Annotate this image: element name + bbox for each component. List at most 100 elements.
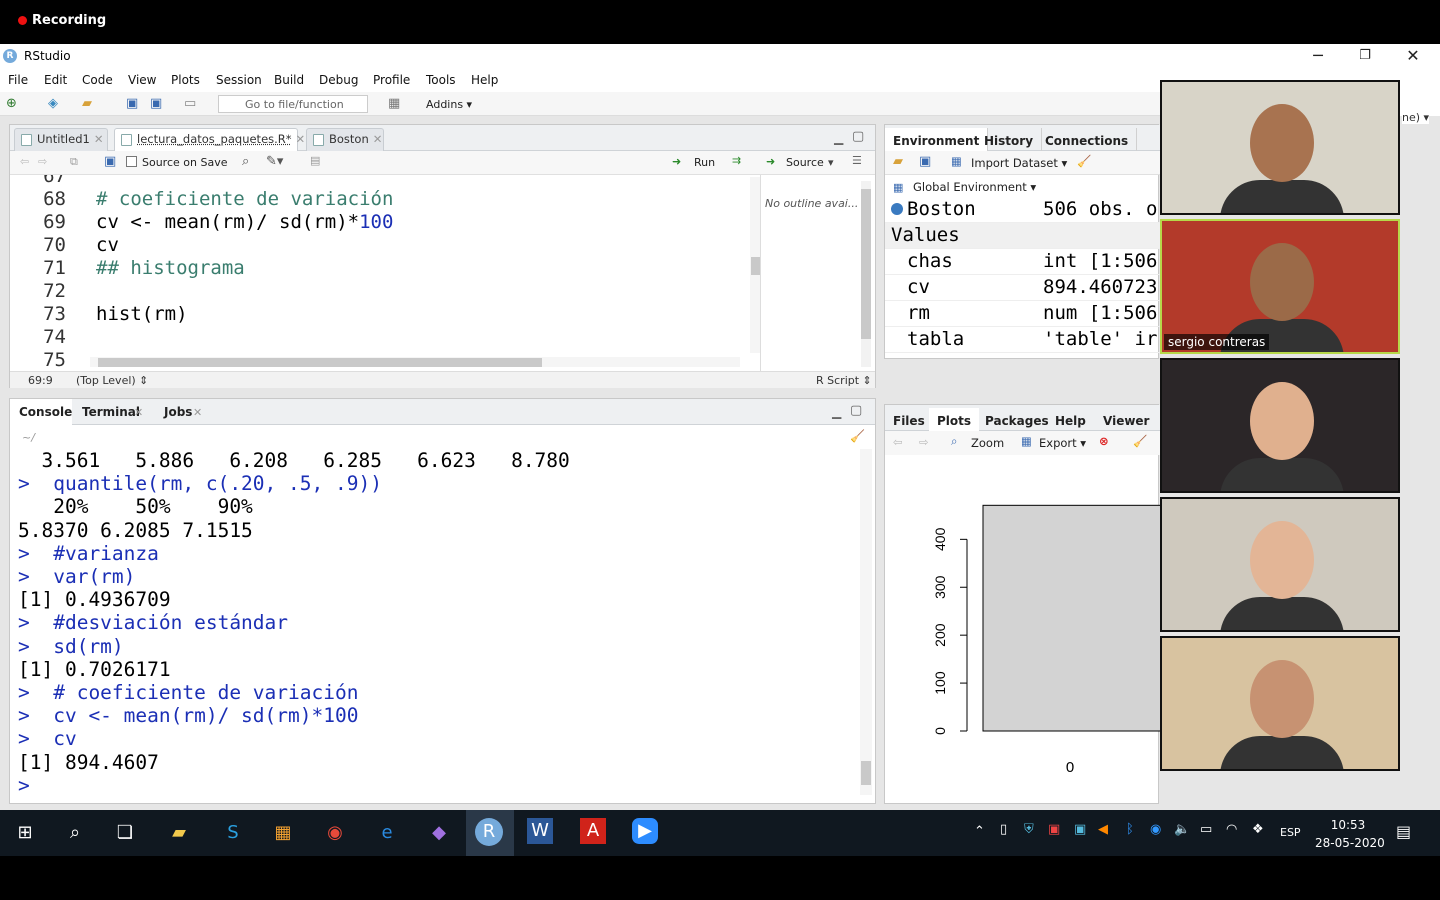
global-environment-selector[interactable]: Global Environment ▾ [913,180,1036,194]
minimize-pane-icon[interactable]: ▁ [834,131,843,145]
tab-console[interactable]: Console [19,405,72,419]
env-value-row[interactable]: rm num [1:506 [885,301,1160,327]
rerun-icon[interactable]: ⇉ [732,154,741,167]
task-view-icon[interactable]: ❏ [110,818,140,848]
editor-hscroll-thumb[interactable] [98,358,542,367]
word-icon[interactable]: W [527,818,553,844]
code-area[interactable]: 67 68 # coeficiente de variación 69 cv <- me… [10,175,748,371]
tab-connections[interactable]: Connections [1037,128,1138,151]
tab-boston[interactable]: Boston ✕ [306,128,384,151]
minimize-console-icon[interactable]: ▁ [832,405,841,419]
run-button[interactable]: Run [694,156,715,169]
store-icon[interactable]: ▦ [268,818,298,848]
code-line[interactable]: cv [96,234,119,256]
video-tile[interactable] [1160,497,1400,632]
tab-untitled1[interactable]: Untitled1 ✕ [14,128,108,151]
code-tools-wand-icon[interactable]: ✎▾ [266,154,283,169]
tray-app-icon[interactable]: ▣ [1048,822,1060,837]
open-folder-icon[interactable]: ▰ [82,96,92,111]
editor-hscrollbar[interactable] [90,357,740,367]
code-line[interactable]: # coeficiente de variación [96,188,393,210]
device-icon[interactable]: ▯ [1000,822,1007,837]
media-app-icon[interactable]: ◆ [424,818,454,848]
file-explorer-icon[interactable]: ▰ [164,818,194,848]
tab-jobs[interactable]: Jobs [164,405,192,419]
tab-history[interactable]: History [976,128,1043,151]
close-button[interactable]: ✕ [1390,44,1436,68]
zoom-app-icon[interactable]: ▶ [632,818,658,844]
env-value-row[interactable]: chas int [1:506 [885,249,1160,275]
volume-icon[interactable]: 🔈 [1174,822,1190,837]
tray-circle-icon[interactable]: ◉ [1150,822,1161,837]
outline-scroll-thumb[interactable] [861,189,871,339]
tab-viewer[interactable]: Viewer [1095,408,1157,431]
next-plot-icon[interactable]: ⇨ [919,435,929,449]
source-on-save-checkbox[interactable] [126,156,137,167]
bluetooth-icon[interactable]: ᛒ [1126,822,1134,837]
new-file-icon[interactable]: ⊕ [6,96,17,111]
search-icon[interactable]: ⌕ [60,818,90,848]
compile-report-icon[interactable]: ▤ [310,154,320,167]
acrobat-icon[interactable]: A [580,818,606,844]
new-project-icon[interactable]: ◈ [48,96,58,111]
code-line[interactable]: hist(rm) [96,303,188,325]
tab-files[interactable]: Files [885,408,933,431]
close-tab-icon[interactable]: ✕ [373,132,383,146]
tray-arrow-icon[interactable]: ◀ [1098,822,1108,837]
menu-edit[interactable]: Edit [44,73,67,87]
close-terminal-icon[interactable]: ✕ [134,406,143,419]
menu-plots[interactable]: Plots [171,73,200,87]
env-value-row[interactable]: tabla 'table' ir [885,327,1160,353]
editor-vscrollbar[interactable] [750,177,761,353]
addins-menu[interactable]: Addins ▾ [426,98,472,111]
menu-profile[interactable]: Profile [373,73,410,87]
expand-data-icon[interactable] [891,203,903,215]
defender-icon[interactable]: ⛨ [1024,822,1034,837]
console-scrollbar[interactable] [860,449,872,795]
source-dropdown-icon[interactable]: ▾ [828,156,834,169]
video-tile[interactable] [1160,636,1400,771]
goto-file-input[interactable]: Go to file/function [218,95,368,113]
prev-plot-icon[interactable]: ⇦ [893,435,903,449]
tab-help[interactable]: Help [1047,408,1094,431]
zoom-button[interactable]: Zoom [971,436,1004,450]
battery-icon[interactable]: ▭ [1200,822,1212,837]
chrome-icon[interactable]: ◉ [320,818,350,848]
remove-plot-icon[interactable]: ⊗ [1099,434,1109,448]
save-workspace-icon[interactable]: ▣ [919,154,931,169]
save-all-icon[interactable]: ▣ [150,96,162,111]
search-icon[interactable]: ⌕ [242,154,249,169]
env-value-row[interactable]: cv 894.460723 [885,275,1160,301]
video-tile[interactable]: sergio contreras [1160,219,1400,354]
env-data-row[interactable]: Boston 506 obs. o [885,197,1160,223]
project-menu-overflow[interactable]: ne) ▾ [1402,111,1430,124]
file-type-selector[interactable]: R Script ⇕ [816,374,872,387]
print-icon[interactable]: ▭ [184,96,196,111]
scope-selector[interactable]: (Top Level) ⇕ [76,374,148,387]
dropbox-icon[interactable]: ❖ [1252,822,1264,837]
clock-time[interactable]: 10:53 [1328,818,1368,832]
grid-layout-icon[interactable]: ▦ [388,96,400,111]
back-arrow-icon[interactable]: ⇦ [20,155,29,168]
menu-view[interactable]: View [128,73,156,87]
menu-session[interactable]: Session [216,73,262,87]
load-workspace-icon[interactable]: ▰ [893,154,903,169]
video-tile[interactable] [1160,358,1400,493]
clock-date[interactable]: 28-05-2020 [1315,836,1385,850]
console-scroll-thumb[interactable] [861,761,871,785]
console-output[interactable]: 3.561 5.886 6.208 6.285 6.623 8.780 > qua… [10,447,860,803]
tab-lectura-datos[interactable]: lectura_datos_paquetes.R* ✕ [114,128,305,151]
close-tab-icon[interactable]: ✕ [94,132,104,146]
source-button[interactable]: Source [786,156,824,169]
menu-debug[interactable]: Debug [319,73,358,87]
windows-start-icon[interactable]: ⊞ [10,818,40,848]
maximize-pane-icon[interactable]: ▢ [852,129,864,144]
minimize-button[interactable]: ─ [1295,44,1341,68]
tab-plots[interactable]: Plots [929,408,980,431]
video-tile[interactable] [1160,80,1400,215]
input-language[interactable]: ESP [1280,826,1301,839]
show-hidden-icons-icon[interactable]: ⌃ [974,824,985,839]
wifi-icon[interactable]: ◠ [1226,822,1237,837]
save-icon[interactable]: ▣ [126,96,138,111]
tab-environment[interactable]: Environment [885,128,989,151]
